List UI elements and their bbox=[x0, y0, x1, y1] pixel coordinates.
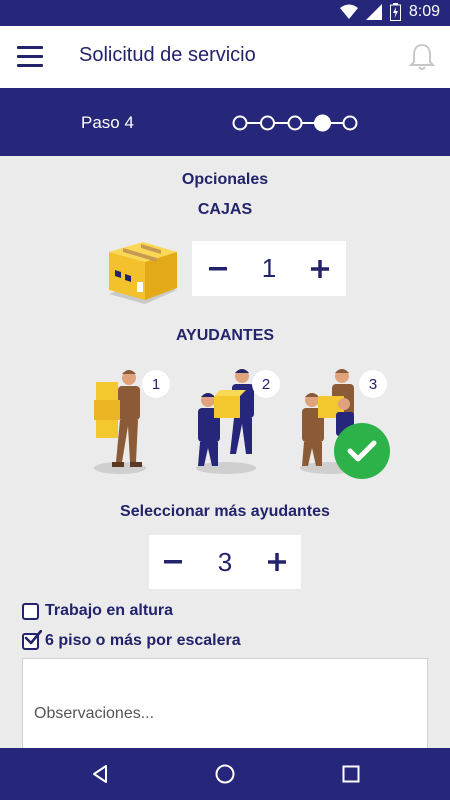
back-icon[interactable] bbox=[88, 762, 112, 786]
status-bar: 8:09 bbox=[0, 0, 450, 26]
boxes-stepper: 1 bbox=[192, 241, 346, 296]
observations-placeholder: Observaciones... bbox=[34, 705, 155, 722]
checkbox-checked-icon[interactable] bbox=[22, 629, 42, 650]
helpers-stepper: 3 bbox=[149, 535, 301, 589]
minus-icon bbox=[209, 266, 227, 270]
selected-check-icon bbox=[334, 423, 390, 479]
battery-icon bbox=[389, 3, 401, 21]
optionals-heading: Opcionales bbox=[181, 171, 269, 188]
status-icons: 8:09 bbox=[339, 3, 440, 21]
observations-field[interactable]: Observaciones... bbox=[22, 658, 428, 750]
step-progress-dots bbox=[232, 114, 358, 132]
boxes-increment-button[interactable] bbox=[300, 249, 340, 289]
helpers-decrement-button[interactable] bbox=[153, 542, 193, 582]
system-nav-bar bbox=[0, 748, 450, 800]
wifi-icon bbox=[339, 4, 358, 19]
recents-icon[interactable] bbox=[339, 762, 363, 786]
page-title: Solicitud de servicio bbox=[79, 44, 256, 66]
helpers-value: 3 bbox=[217, 546, 233, 577]
boxes-decrement-button[interactable] bbox=[198, 249, 238, 289]
step-indicator: Paso 4 bbox=[0, 88, 450, 156]
checkbox-piso-escalera[interactable]: 6 piso o más por escalera bbox=[22, 629, 241, 650]
helper-3-number: 3 bbox=[359, 370, 387, 398]
helper-option-1[interactable]: 1 bbox=[90, 368, 175, 476]
boxes-heading: CAJAS bbox=[197, 201, 253, 218]
step-dot-3 bbox=[287, 115, 303, 131]
plus-icon bbox=[311, 259, 329, 278]
bell-icon[interactable] bbox=[407, 42, 437, 72]
step-dot-2 bbox=[260, 115, 275, 131]
checkbox-trabajo-altura[interactable]: Trabajo en altura bbox=[22, 602, 173, 620]
helper-option-2[interactable]: 2 bbox=[188, 368, 288, 476]
box-illustration bbox=[109, 242, 177, 304]
home-icon[interactable] bbox=[213, 762, 237, 786]
helper-2-number: 2 bbox=[252, 370, 280, 398]
helpers-heading: AYUDANTES bbox=[175, 327, 275, 344]
hamburger-icon[interactable] bbox=[17, 46, 43, 68]
signal-icon bbox=[365, 4, 382, 20]
more-helpers-heading: Seleccionar más ayudantes bbox=[120, 503, 330, 520]
step-dot-4 bbox=[314, 114, 331, 132]
checkbox-label: 6 piso o más por escalera bbox=[45, 632, 241, 649]
helpers-increment-button[interactable] bbox=[257, 542, 297, 582]
minus-icon bbox=[164, 560, 182, 564]
checkbox-label: Trabajo en altura bbox=[45, 602, 174, 619]
status-time: 8:09 bbox=[408, 3, 440, 20]
app-bar: Solicitud de servicio bbox=[0, 26, 450, 88]
checkbox-unchecked-icon[interactable] bbox=[22, 602, 39, 620]
step-dot-1 bbox=[232, 115, 248, 131]
step-dot-5 bbox=[342, 115, 358, 131]
helper-1-number: 1 bbox=[142, 370, 170, 398]
step-label: Paso 4 bbox=[81, 113, 134, 132]
helper-option-3[interactable]: 3 bbox=[292, 368, 392, 480]
plus-icon bbox=[268, 553, 286, 571]
boxes-value: 1 bbox=[261, 253, 277, 283]
